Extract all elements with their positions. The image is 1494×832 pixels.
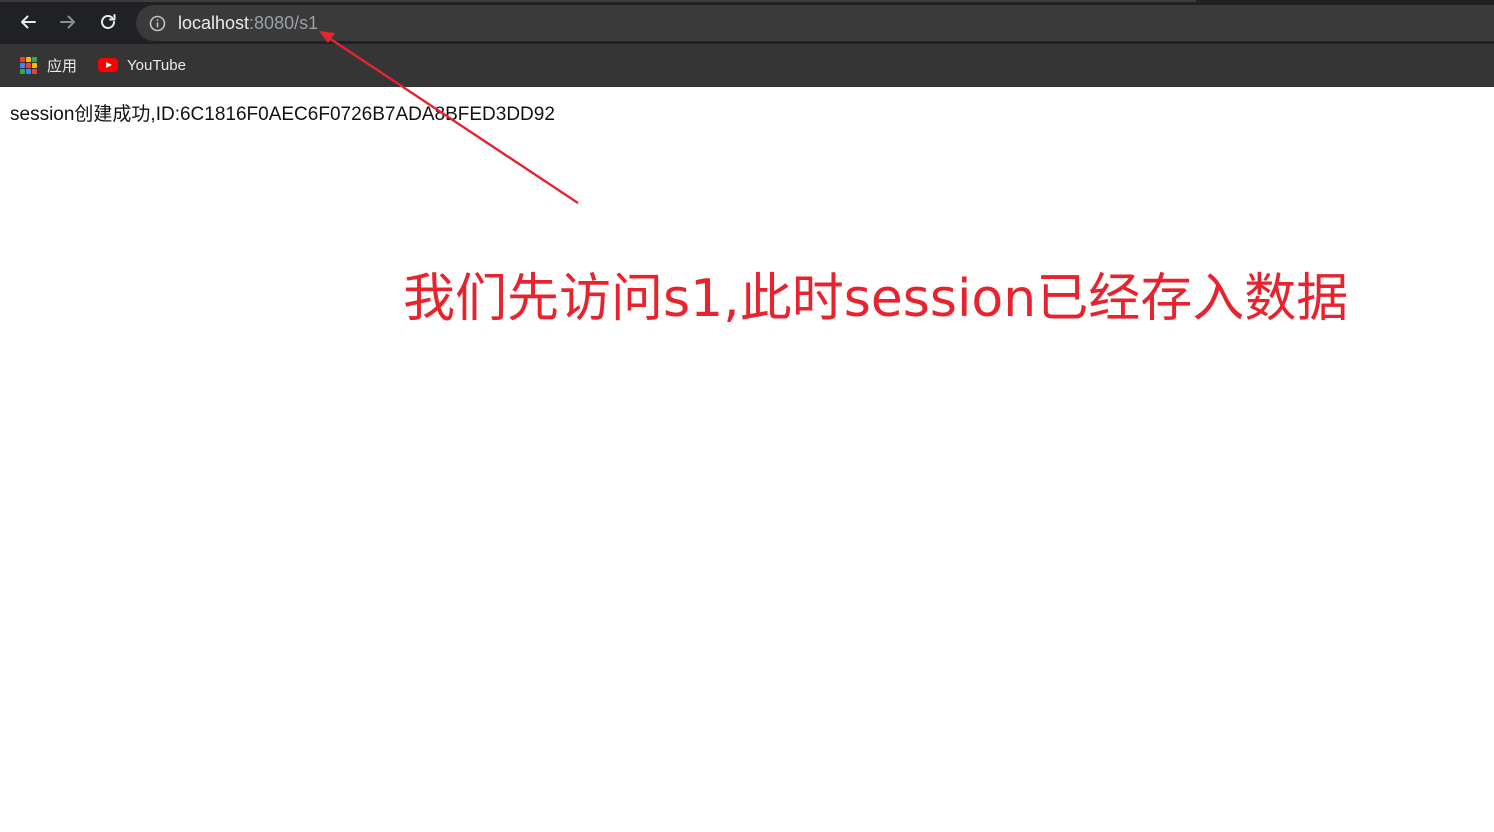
info-icon[interactable] [149,15,166,32]
session-created-message: session创建成功,ID:6C1816F0AEC6F0726B7ADA8BF… [10,104,555,125]
reload-icon [101,14,116,29]
url-text[interactable]: localhost:8080/s1 [178,13,318,33]
bookmark-youtube[interactable]: YouTube [98,54,186,76]
back-button[interactable] [14,8,42,36]
url-path: :8080/s1 [249,13,319,33]
bookmarks-bar: 应用 YouTube [0,44,1494,87]
toolbar-top-edge [0,0,1196,2]
forward-button[interactable] [54,8,82,36]
reload-button[interactable] [94,8,122,36]
browser-toolbar: localhost:8080/s1 [0,0,1494,44]
annotation-text: 我们先访问s1,此时session已经存入数据 [403,269,1349,329]
address-bar[interactable]: localhost:8080/s1 [136,5,1494,41]
youtube-icon [98,58,118,72]
apps-grid-icon [20,56,37,74]
back-arrow-icon [21,15,36,29]
bookmark-apps[interactable]: 应用 [20,54,77,76]
forward-arrow-icon [60,15,75,29]
bookmark-youtube-label: YouTube [127,56,186,74]
url-host: localhost [178,13,250,33]
bookmark-apps-label: 应用 [47,57,78,75]
